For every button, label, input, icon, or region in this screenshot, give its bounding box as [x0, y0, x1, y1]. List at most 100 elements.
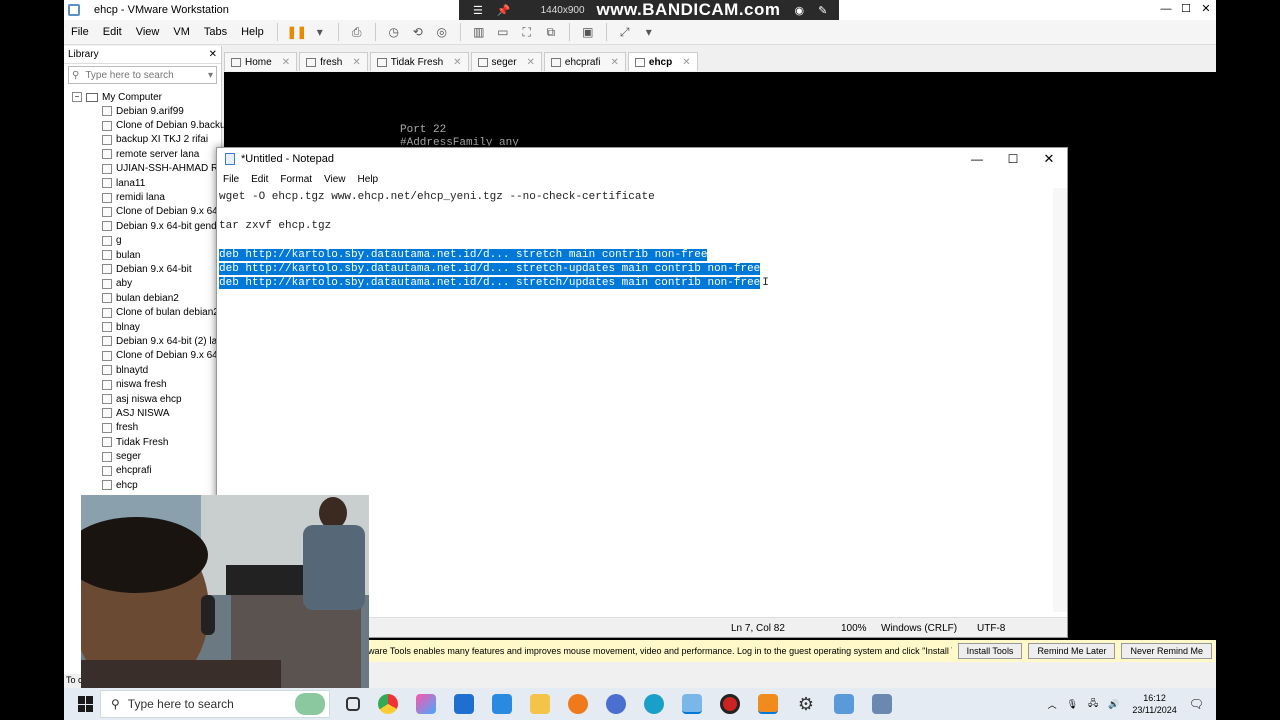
tab-fresh[interactable]: fresh ✕: [299, 52, 368, 71]
collapse-icon[interactable]: −: [72, 92, 82, 102]
notepad-minimize-button[interactable]: —: [959, 152, 995, 166]
close-tab-icon[interactable]: ✕: [527, 57, 535, 68]
menu-tabs[interactable]: Tabs: [197, 26, 234, 38]
library-vm-item[interactable]: bulan debian2: [72, 291, 221, 305]
library-vm-item[interactable]: ASJ NISWA: [72, 406, 221, 420]
library-vm-item[interactable]: fresh: [72, 421, 221, 435]
library-vm-item[interactable]: Clone of Debian 9.x 64-: [72, 349, 221, 363]
library-vm-item[interactable]: remote server lana: [72, 147, 221, 161]
library-vm-item[interactable]: Debian 9.arif99: [72, 104, 221, 118]
library-vm-item[interactable]: asj niswa ehcp: [72, 392, 221, 406]
maximize-button[interactable]: ☐: [1176, 0, 1196, 20]
pencil-icon[interactable]: ✎: [818, 4, 827, 17]
close-icon[interactable]: ✕: [841, 4, 850, 17]
library-search-input[interactable]: ⚲ Type here to search ▾: [68, 66, 217, 84]
bandicam-taskbar-icon[interactable]: [720, 694, 740, 714]
library-vm-item[interactable]: lana11: [72, 176, 221, 190]
windows-start-icon[interactable]: [78, 696, 94, 712]
library-vm-item[interactable]: UJIAN-SSH-AHMAD RI: [72, 162, 221, 176]
clock[interactable]: 16:12 23/11/2024: [1132, 692, 1176, 716]
pause-icon[interactable]: ❚❚: [287, 24, 307, 40]
notepad-close-button[interactable]: ✕: [1031, 151, 1067, 167]
task-view-icon[interactable]: [346, 697, 360, 711]
vscode-icon[interactable]: [492, 694, 512, 714]
full-screen-icon[interactable]: ⛶: [518, 24, 536, 40]
notepad-menu-file[interactable]: File: [217, 174, 245, 185]
show-hidden-icons-icon[interactable]: ︿: [1048, 698, 1057, 711]
menu-icon[interactable]: ☰: [473, 4, 483, 17]
notepad-menu-help[interactable]: Help: [352, 174, 385, 185]
library-vm-item[interactable]: Clone of Debian 9.x 64-: [72, 205, 221, 219]
notepad-menu-view[interactable]: View: [318, 174, 352, 185]
close-tab-icon[interactable]: ✕: [282, 57, 290, 68]
library-vm-item[interactable]: aby: [72, 277, 221, 291]
library-vm-item[interactable]: blnay: [72, 320, 221, 334]
remind-later-button[interactable]: Remind Me Later: [1028, 643, 1116, 659]
mail-icon[interactable]: [454, 694, 474, 714]
revert-snapshot-icon[interactable]: ⟲: [409, 24, 427, 40]
notepad-vertical-scrollbar[interactable]: [1053, 188, 1067, 612]
chrome-icon[interactable]: [378, 694, 398, 714]
library-vm-item[interactable]: bulan: [72, 248, 221, 262]
close-tab-icon[interactable]: ✕: [453, 57, 461, 68]
remote-app-icon[interactable]: [834, 694, 854, 714]
library-vm-item[interactable]: Debian 9.x 64-bit (2) lan: [72, 334, 223, 348]
close-tab-icon[interactable]: ✕: [352, 57, 360, 68]
snapshot-icon[interactable]: ◷: [385, 24, 403, 40]
thumbnail-bar-icon[interactable]: ▭: [494, 24, 512, 40]
install-tools-button[interactable]: Install Tools: [957, 643, 1023, 659]
edge-icon[interactable]: [644, 694, 664, 714]
tab-ehcprafi[interactable]: ehcprafi ✕: [543, 52, 626, 71]
tab-seger[interactable]: seger ✕: [470, 52, 542, 71]
dropdown-icon[interactable]: ▾: [311, 24, 329, 40]
file-explorer-icon[interactable]: [530, 694, 550, 714]
volume-icon[interactable]: 🔊: [1108, 699, 1119, 710]
close-button[interactable]: ✕: [1196, 0, 1216, 20]
notepad-menu-format[interactable]: Format: [274, 174, 318, 185]
unity-icon[interactable]: ⧉: [542, 24, 560, 40]
notepad-menu-edit[interactable]: Edit: [245, 174, 274, 185]
notepad-taskbar-icon[interactable]: [682, 694, 702, 714]
close-tab-icon[interactable]: ✕: [682, 57, 690, 68]
chevron-down-icon[interactable]: ▾: [208, 70, 213, 81]
menu-edit[interactable]: Edit: [96, 26, 129, 38]
network-icon[interactable]: 🖧: [1088, 696, 1098, 712]
microphone-icon[interactable]: 🎙: [1067, 699, 1078, 710]
library-vm-item[interactable]: Debian 9.x 64-bit: [72, 262, 221, 276]
vmware-taskbar-icon[interactable]: [758, 694, 778, 714]
never-remind-button[interactable]: Never Remind Me: [1121, 643, 1212, 659]
menu-help[interactable]: Help: [234, 26, 271, 38]
library-vm-item[interactable]: ehcprafi: [72, 464, 221, 478]
notification-icon[interactable]: 🗨: [1189, 697, 1204, 711]
taskbar-search-input[interactable]: ⚲ Type here to search: [100, 690, 330, 718]
menu-view[interactable]: View: [129, 26, 167, 38]
console-view-icon[interactable]: ▣: [579, 24, 597, 40]
minimize-button[interactable]: —: [1156, 0, 1176, 20]
notepad-maximize-button[interactable]: ☐: [995, 152, 1031, 166]
library-vm-item[interactable]: ehcp: [72, 478, 221, 492]
library-vm-item[interactable]: remidi lana: [72, 190, 221, 204]
camera-icon[interactable]: ◉: [795, 4, 805, 17]
library-vm-item[interactable]: Debian 9.x 64-bit gendu: [72, 219, 222, 233]
pin-icon[interactable]: 📌: [497, 4, 511, 17]
snapshot-manager-icon[interactable]: ◎: [433, 24, 451, 40]
tab-ehcp[interactable]: ehcp ✕: [627, 52, 698, 71]
close-library-icon[interactable]: ✕: [209, 49, 217, 60]
send-ctrl-alt-del-icon[interactable]: ⎙: [348, 24, 366, 40]
menu-vm[interactable]: VM: [166, 26, 197, 38]
network-app-icon[interactable]: [872, 694, 892, 714]
close-tab-icon[interactable]: ✕: [611, 57, 619, 68]
library-vm-item[interactable]: Clone of Debian 9.backu: [72, 118, 226, 132]
teams-icon[interactable]: [606, 694, 626, 714]
copilot-icon[interactable]: [416, 694, 436, 714]
library-vm-item[interactable]: blnaytd: [72, 363, 221, 377]
settings-icon[interactable]: ⚙: [796, 694, 816, 714]
tab-tidak-fresh[interactable]: Tidak Fresh ✕: [369, 52, 469, 71]
tab-home[interactable]: Home ✕: [224, 52, 298, 71]
stretch-guest-icon[interactable]: ⤢: [616, 24, 634, 40]
library-vm-item[interactable]: backup XI TKJ 2 rifai: [72, 133, 221, 147]
tree-root-my-computer[interactable]: − My Computer: [72, 90, 221, 104]
library-vm-item[interactable]: g: [72, 234, 221, 248]
library-vm-item[interactable]: Tidak Fresh: [72, 435, 221, 449]
library-vm-item[interactable]: seger: [72, 449, 221, 463]
